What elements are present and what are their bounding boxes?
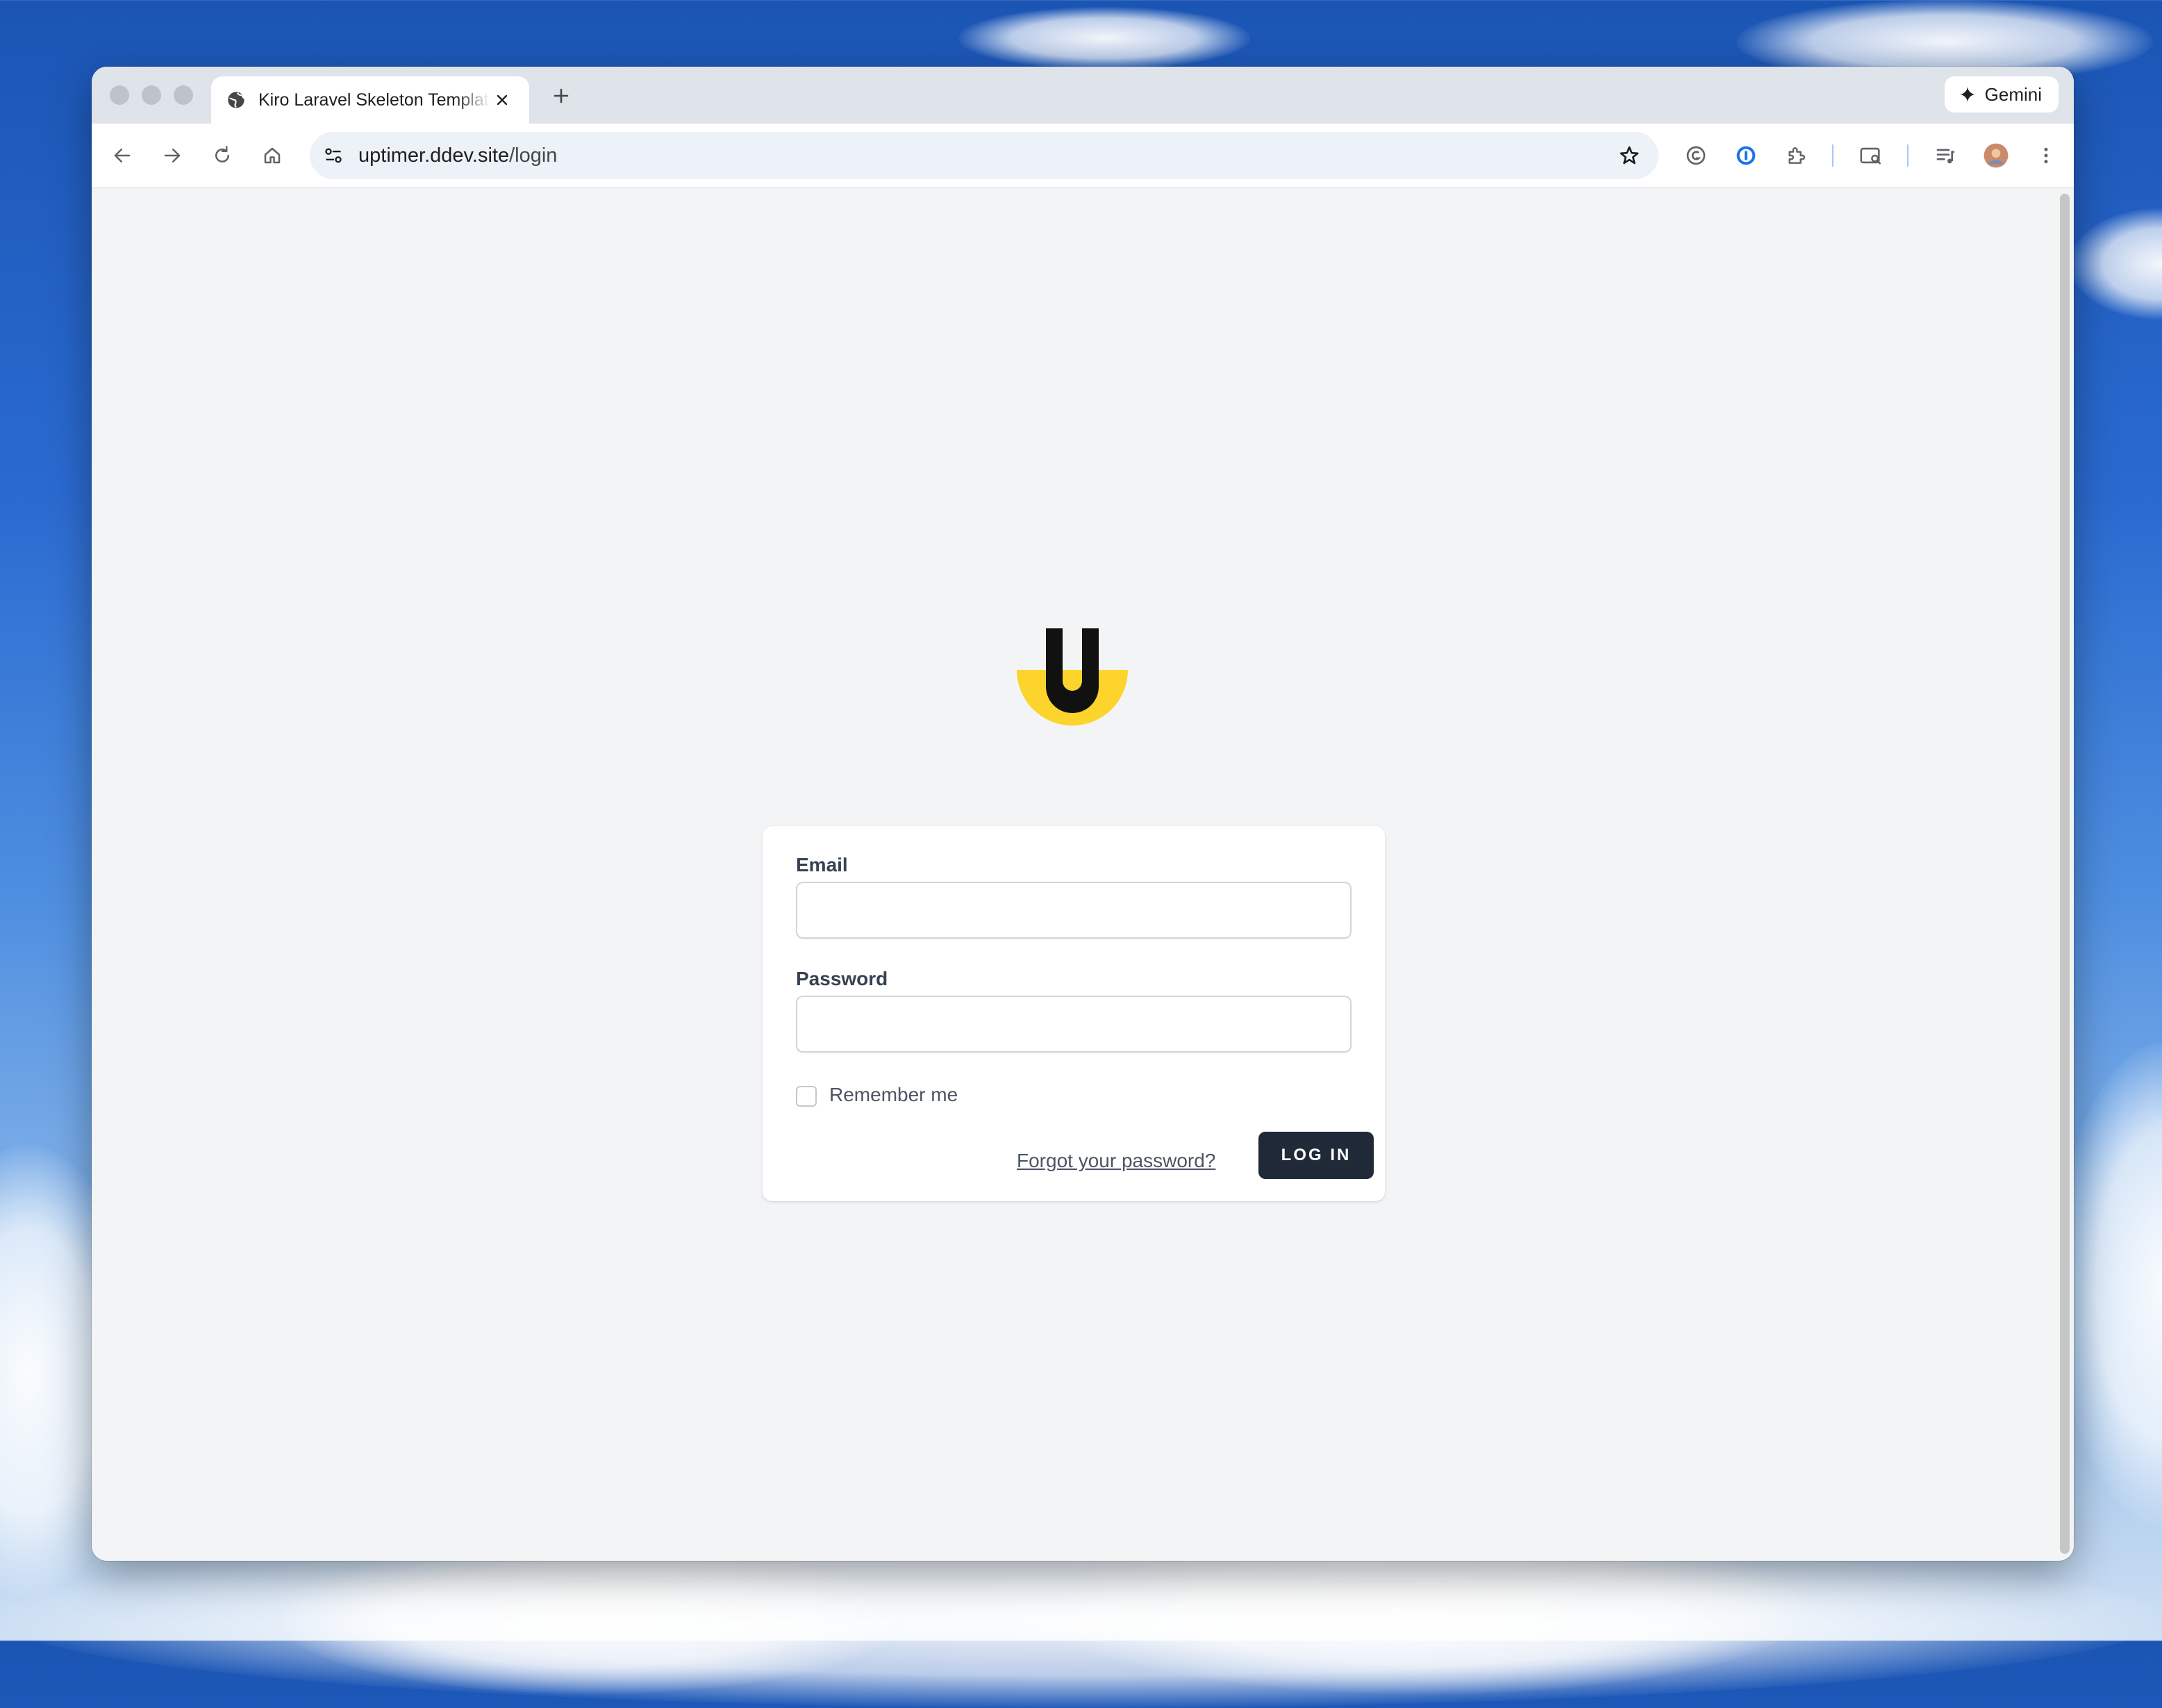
sparkle-icon	[1959, 86, 1976, 103]
password-field[interactable]	[796, 996, 1352, 1053]
plus-icon	[554, 88, 569, 103]
gemini-button[interactable]: Gemini	[1944, 76, 2059, 112]
browser-toolbar: uptimer.ddev.site/login	[92, 124, 2074, 188]
url-text[interactable]: uptimer.ddev.site/login	[358, 144, 557, 167]
forward-button[interactable]	[157, 140, 188, 171]
media-queue-icon[interactable]	[1931, 140, 1961, 171]
close-tab-icon[interactable]	[490, 88, 514, 112]
address-bar[interactable]: uptimer.ddev.site/login	[310, 132, 1658, 179]
avatar[interactable]	[1981, 140, 2011, 171]
gemini-label: Gemini	[1984, 83, 2042, 105]
tune-icon[interactable]	[318, 140, 349, 171]
minimize-window-button[interactable]	[142, 85, 161, 105]
toolbar-divider	[1907, 144, 1909, 167]
password-manager-icon[interactable]	[1731, 140, 1761, 171]
app-logo	[1017, 628, 1128, 726]
star-icon[interactable]	[1614, 140, 1645, 171]
login-card: Email Password Remember me Forgot your p…	[763, 826, 1385, 1201]
home-icon	[264, 147, 281, 164]
arrow-left-icon	[114, 149, 131, 162]
close-window-button[interactable]	[110, 85, 129, 105]
page-content: Email Password Remember me Forgot your p…	[92, 188, 2074, 1561]
home-button[interactable]	[257, 140, 288, 171]
puzzle-icon[interactable]	[1781, 140, 1811, 171]
new-tab-button[interactable]	[547, 82, 575, 110]
browser-window: Kiro Laravel Skeleton Template Gemini up…	[92, 67, 2074, 1561]
arrow-right-icon	[164, 149, 181, 162]
reload-button[interactable]	[207, 140, 238, 171]
password-label: Password	[796, 968, 888, 989]
email-field[interactable]	[796, 882, 1352, 939]
search-tab-icon[interactable]	[1856, 140, 1886, 171]
globe-icon	[226, 90, 246, 110]
reload-icon	[215, 146, 229, 162]
toolbar-divider	[1832, 144, 1833, 167]
grammarly-icon[interactable]	[1681, 140, 1711, 171]
login-button[interactable]: LOG IN	[1258, 1132, 1374, 1179]
remember-me-label[interactable]: Remember me	[829, 1084, 958, 1106]
tab-strip: Kiro Laravel Skeleton Template Gemini	[92, 67, 2074, 124]
back-button[interactable]	[107, 140, 138, 171]
zoom-window-button[interactable]	[174, 85, 193, 105]
tab-active[interactable]: Kiro Laravel Skeleton Template	[211, 76, 529, 124]
email-label: Email	[796, 854, 848, 876]
forgot-password-link[interactable]: Forgot your password?	[1017, 1150, 1215, 1172]
scrollbar[interactable]	[2060, 194, 2070, 1554]
url-host: uptimer.ddev.site	[358, 144, 510, 167]
kebab-menu-icon[interactable]	[2031, 140, 2061, 171]
tab-title: Kiro Laravel Skeleton Template	[258, 90, 490, 110]
url-path: /login	[509, 144, 558, 167]
remember-me-checkbox[interactable]	[796, 1086, 817, 1107]
